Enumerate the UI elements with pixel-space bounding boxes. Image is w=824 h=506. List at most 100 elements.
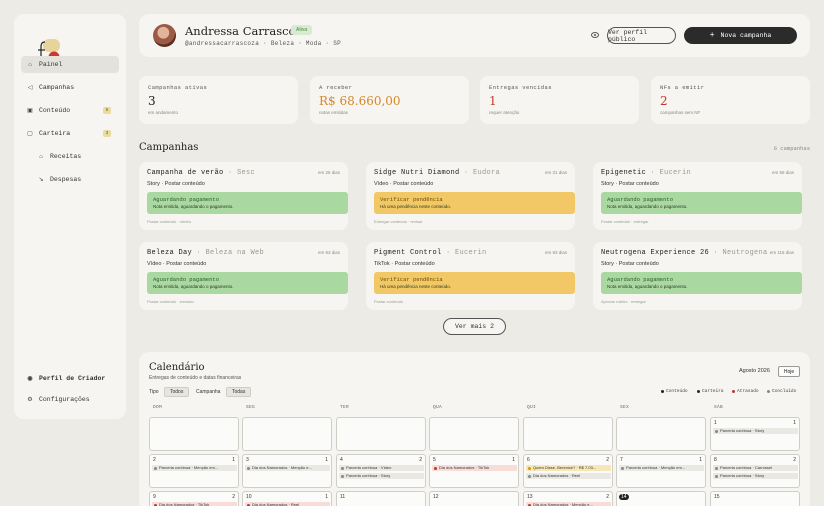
- campaign-card[interactable]: Campanha de verão · Sesc em 25 dias Story …: [139, 162, 348, 230]
- calendar-event[interactable]: Dia dos Namorados · Menção e...: [526, 502, 611, 506]
- section-title: Campanhas: [139, 142, 199, 153]
- day-number: 14: [619, 494, 629, 500]
- calendar-event[interactable]: Quem Disse, Berenice? · R$ 7.03...: [526, 465, 611, 471]
- calendar-day[interactable]: 7 1 Parceria contínua · Menção em...: [616, 454, 706, 488]
- day-number: 1: [714, 420, 717, 426]
- campaign-footer: Postar conteúdo · roteiro: [147, 219, 192, 224]
- sidebar-item-painel[interactable]: ⌂ Painel: [21, 56, 119, 73]
- campaign-card[interactable]: Pigment Control · Eucerin em 93 dias TikTo…: [366, 242, 575, 310]
- campaign-title: Sidge Nutri Diamond · Eudora: [374, 169, 500, 177]
- calendar-event[interactable]: Parceria contínua · Story: [713, 428, 798, 434]
- today-button[interactable]: Hoje: [778, 366, 800, 377]
- campaign-due: em 116 dias: [769, 250, 794, 255]
- user-meta: @andressacarrascoza · Beleza · Moda · SP: [185, 40, 342, 47]
- calendar-event[interactable]: Dia dos Namorados · TikTok: [432, 465, 517, 471]
- campaign-name: Campanha de verão: [147, 169, 224, 177]
- calendar-month: Agosto 2026: [739, 368, 770, 374]
- sidebar-item-carteira[interactable]: ▢ Carteira 3: [21, 125, 119, 142]
- stat-value: 2: [660, 94, 668, 108]
- campaign-status-box: Verificar pendência Há uma pendência nest…: [374, 272, 575, 294]
- profile-header: Andressa Carrascoza Ativa @andressacarra…: [139, 14, 810, 57]
- calendar-subtitle: Entregas de conteúdo e datas financeiras: [149, 375, 242, 381]
- public-profile-button[interactable]: Ver perfil público: [607, 27, 676, 44]
- calendar-day[interactable]: 9 2 Dia dos Namorados · TikTok: [149, 491, 239, 506]
- button-label: Ver perfil público: [608, 28, 648, 43]
- calendar-day[interactable]: 10 1 Dia dos Namorados · Reel: [242, 491, 332, 506]
- calendar-day[interactable]: 2 1 Parceria contínua · Menção em...: [149, 454, 239, 488]
- calendar-day[interactable]: 15: [710, 491, 800, 506]
- calendar-event[interactable]: Parceria contínua · Carrossel: [713, 465, 798, 471]
- day-number: 15: [714, 494, 720, 500]
- calendar-event[interactable]: Dia dos Namorados · Reel: [526, 473, 611, 479]
- campaign-brand: Eucerin: [659, 169, 692, 177]
- campaign-brand: Beleza na Web: [205, 249, 265, 257]
- calendar-day[interactable]: [429, 417, 519, 451]
- megaphone-icon: ◁: [27, 83, 33, 91]
- sidebar-item-label: Receitas: [50, 153, 82, 160]
- status-badge: Ativa: [291, 25, 313, 35]
- calendar-event[interactable]: Parceria contínua · Menção em...: [152, 465, 237, 471]
- calendar-day[interactable]: [523, 417, 613, 451]
- sidebar-item-settings[interactable]: ⚙ Configurações: [21, 391, 119, 408]
- weekday-label: SÁB: [714, 405, 724, 410]
- campaign-status: Aguardando pagamento: [153, 196, 220, 203]
- campaign-due: em 63 dias: [317, 250, 340, 255]
- day-event-count: 1: [232, 457, 235, 463]
- campaign-brand: Sesc: [237, 169, 256, 177]
- calendar-day[interactable]: 14: [616, 491, 706, 506]
- filter-type-select[interactable]: Todos: [164, 387, 190, 397]
- calendar-day[interactable]: [336, 417, 426, 451]
- income-icon: ⌂: [39, 152, 43, 160]
- campaign-due: em 31 dias: [544, 170, 567, 175]
- calendar-event[interactable]: Parceria contínua · Menção em...: [619, 465, 704, 471]
- calendar-day[interactable]: 4 2 Parceria contínua · Vídeo Parceria cont…: [336, 454, 426, 488]
- calendar-day[interactable]: 1 1 Parceria contínua · Story: [710, 417, 800, 451]
- plus-icon: +: [709, 31, 715, 40]
- day-event-count: 2: [606, 494, 609, 500]
- sidebar-item-campanhas[interactable]: ◁ Campanhas: [21, 79, 119, 96]
- weekday-label: TER: [340, 405, 350, 410]
- stat-sub: notas emitidas: [319, 110, 349, 115]
- campaign-card[interactable]: Epigenetic · Eucerin em 59 dias Story · Po…: [593, 162, 802, 230]
- campaign-status-desc: Nota emitida, aguardando o pagamento.: [153, 204, 234, 209]
- show-more-button[interactable]: Ver mais 2: [443, 318, 506, 335]
- calendar-event[interactable]: Dia dos Namorados · Menção e...: [245, 465, 330, 471]
- calendar-event[interactable]: Parceria contínua · Story: [713, 473, 798, 479]
- calendar-title: Calendário: [149, 362, 205, 373]
- calendar-event[interactable]: Parceria contínua · Vídeo: [339, 465, 424, 471]
- campaign-card[interactable]: Beleza Day · Beleza na Web em 63 dias Víde…: [139, 242, 348, 310]
- calendar-event[interactable]: Dia dos Namorados · TikTok: [152, 502, 237, 506]
- sidebar-item-profile[interactable]: ◉ Perfil de Criador: [21, 370, 119, 387]
- campaign-status-desc: Nota emitida, aguardando o pagamento.: [607, 284, 688, 289]
- calendar-day[interactable]: [149, 417, 239, 451]
- calendar-event[interactable]: Parceria contínua · Story: [339, 473, 424, 479]
- campaign-status-box: Aguardando pagamento Nota emitida, aguard…: [601, 192, 802, 214]
- campaign-status-box: Verificar pendência Há uma pendência nest…: [374, 192, 575, 214]
- day-event-count: 2: [793, 457, 796, 463]
- calendar-event[interactable]: Dia dos Namorados · Reel: [245, 502, 330, 506]
- sidebar-item-receitas[interactable]: ⌂ Receitas: [21, 148, 119, 165]
- calendar-day[interactable]: 11: [336, 491, 426, 506]
- sidebar-item-despesas[interactable]: ↘ Despesas: [21, 171, 119, 188]
- sidebar-item-label: Configurações: [39, 396, 90, 403]
- eye-icon[interactable]: [591, 32, 599, 38]
- calendar-day[interactable]: 12: [429, 491, 519, 506]
- calendar-day[interactable]: 3 1 Dia dos Namorados · Menção e...: [242, 454, 332, 488]
- stat-value: 1: [489, 94, 497, 108]
- campaign-card[interactable]: Neutrogena Experience 26 · Neutrogena em …: [593, 242, 802, 310]
- sidebar-item-conteudo[interactable]: ▣ Conteúdo 5: [21, 102, 119, 119]
- button-label: Hoje: [783, 368, 795, 375]
- day-event-count: 2: [606, 457, 609, 463]
- campaign-name: Pigment Control: [374, 249, 442, 257]
- calendar-day[interactable]: 13 2 Dia dos Namorados · Menção e...: [523, 491, 613, 506]
- filter-campaign-select[interactable]: Todas: [226, 387, 252, 397]
- weekday-label: QUI: [527, 405, 537, 410]
- calendar-day[interactable]: 8 2 Parceria contínua · Carrossel Parceria …: [710, 454, 800, 488]
- campaign-card[interactable]: Sidge Nutri Diamond · Eudora em 31 dias Ví…: [366, 162, 575, 230]
- calendar-day[interactable]: [242, 417, 332, 451]
- new-campaign-button[interactable]: + Nova campanha: [684, 27, 797, 44]
- filter-type-label: Tipo: [149, 389, 159, 395]
- calendar-day[interactable]: [616, 417, 706, 451]
- calendar-day[interactable]: 6 2 Quem Disse, Berenice? · R$ 7.03... Dia …: [523, 454, 613, 488]
- calendar-day[interactable]: 5 1 Dia dos Namorados · TikTok: [429, 454, 519, 488]
